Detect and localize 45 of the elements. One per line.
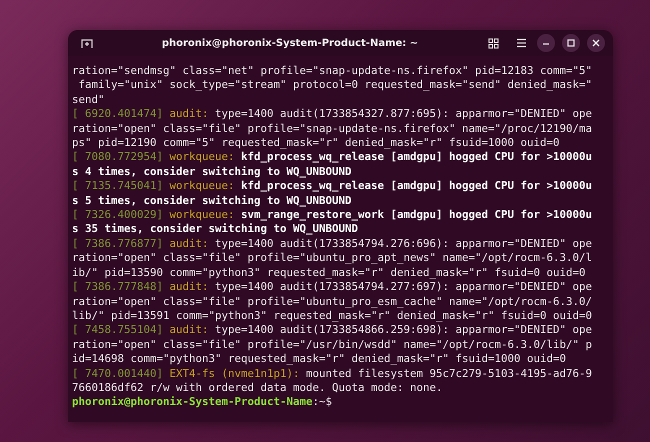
log-text: lib/" pid=13591 comm="python3" requested_mask="r" denied_mask="r" fsuid=0 ouid=0 bbox=[72, 308, 592, 324]
log-text: type=1400 audit(1733854866.259:698): apparmor="DENIED" ope bbox=[215, 323, 592, 338]
log-message: kfd_process_wq_release [amdgpu] hogged CPU for >10000u bbox=[241, 179, 592, 194]
log-text: type=1400 audit(1733854794.276:696): apparmor="DENIED" ope bbox=[215, 236, 592, 252]
prompt-path: :~$ bbox=[312, 395, 332, 410]
log-text: 7660186df62 r/w with ordered data mode. Quota mode: none. bbox=[72, 380, 443, 396]
timestamp: [ 7080.772954] bbox=[72, 150, 164, 165]
log-source: audit: bbox=[170, 323, 209, 338]
log-text: type=1400 audit(1733854794.277:697): apparmor="DENIED" ope bbox=[215, 280, 592, 294]
maximize-icon[interactable] bbox=[562, 34, 580, 52]
log-message: svm_range_restore_work [amdgpu] hogged CPU for >10000u bbox=[241, 208, 592, 222]
log-text: send" bbox=[72, 92, 105, 108]
log-text: ration="open" class="file" profile="ubuntu_pro_apt_news" name="/opt/rocm-6.3.0/l bbox=[72, 251, 592, 266]
log-text: id=14698 comm="python3" requested_mask="r" denied_mask="r" fsuid=1000 ouid=0 bbox=[72, 352, 566, 367]
log-text: ration="open" class="file" profile="snap-update-ns.firefox" name="/proc/12190/ma bbox=[72, 122, 592, 136]
timestamp: [ 7326.400029] bbox=[72, 208, 164, 222]
log-text: type=1400 audit(1733854327.877:695): apparmor="DENIED" ope bbox=[215, 107, 592, 122]
close-icon[interactable] bbox=[587, 34, 605, 52]
log-source: audit: bbox=[170, 236, 209, 252]
timestamp: [ 6920.401474] bbox=[72, 107, 164, 122]
timestamp: [ 7135.745041] bbox=[72, 179, 164, 194]
timestamp: [ 7458.755104] bbox=[72, 323, 164, 338]
log-message: kfd_process_wq_release [amdgpu] hogged CPU for >10000u bbox=[241, 150, 592, 165]
window-title: phoronix@phoronix-System-Product-Name: ~ bbox=[160, 38, 420, 48]
timestamp: [ 7386.776877] bbox=[72, 236, 164, 252]
log-source: workqueue: bbox=[170, 208, 235, 222]
log-message: s 4 times, consider switching to WQ_UNBOUND bbox=[72, 164, 352, 180]
log-text: ration="sendmsg" class="net" profile="snap-update-ns.firefox" pid=12183 comm="5" bbox=[72, 64, 592, 78]
log-source: workqueue: bbox=[170, 179, 235, 194]
log-source: audit: bbox=[170, 280, 209, 294]
minimize-icon[interactable] bbox=[537, 34, 555, 52]
log-message: s 35 times, consider switching to WQ_UNBOUND bbox=[72, 222, 358, 237]
log-message: s 5 times, consider switching to WQ_UNBOUND bbox=[72, 194, 352, 208]
log-text: ib/" pid=13590 comm="python3" requested_mask="r" denied_mask="r" fsuid=0 ouid=0 bbox=[72, 266, 586, 280]
timestamp: [ 7470.001440] bbox=[72, 366, 164, 381]
log-text: mounted filesystem 95c7c279-5103-4195-ad76-9 bbox=[306, 366, 592, 381]
log-source: workqueue: bbox=[170, 150, 235, 165]
log-source: EXT4-fs (nvme1n1p1): bbox=[170, 366, 300, 381]
log-text: family="unix" sock_type="stream" protocol=0 requested_mask="send" denied_mask=" bbox=[78, 78, 592, 93]
timestamp: [ 7386.777848] bbox=[72, 280, 164, 294]
log-source: audit: bbox=[170, 107, 209, 122]
log-text: ration="open" class="file" profile="/usr/bin/wsdd" name="/opt/rocm-6.3.0/lib/" p bbox=[72, 338, 592, 352]
prompt-user: phoronix@phoronix-System-Product-Name bbox=[72, 395, 313, 410]
log-text: ration="open" class="file" profile="ubuntu_pro_esm_cache" name="/opt/rocm-6.3.0/ bbox=[72, 294, 592, 309]
log-text: ps" pid=12190 comm="5" requested_mask="r" denied_mask="r" fsuid=1000 ouid=0 bbox=[72, 136, 560, 150]
